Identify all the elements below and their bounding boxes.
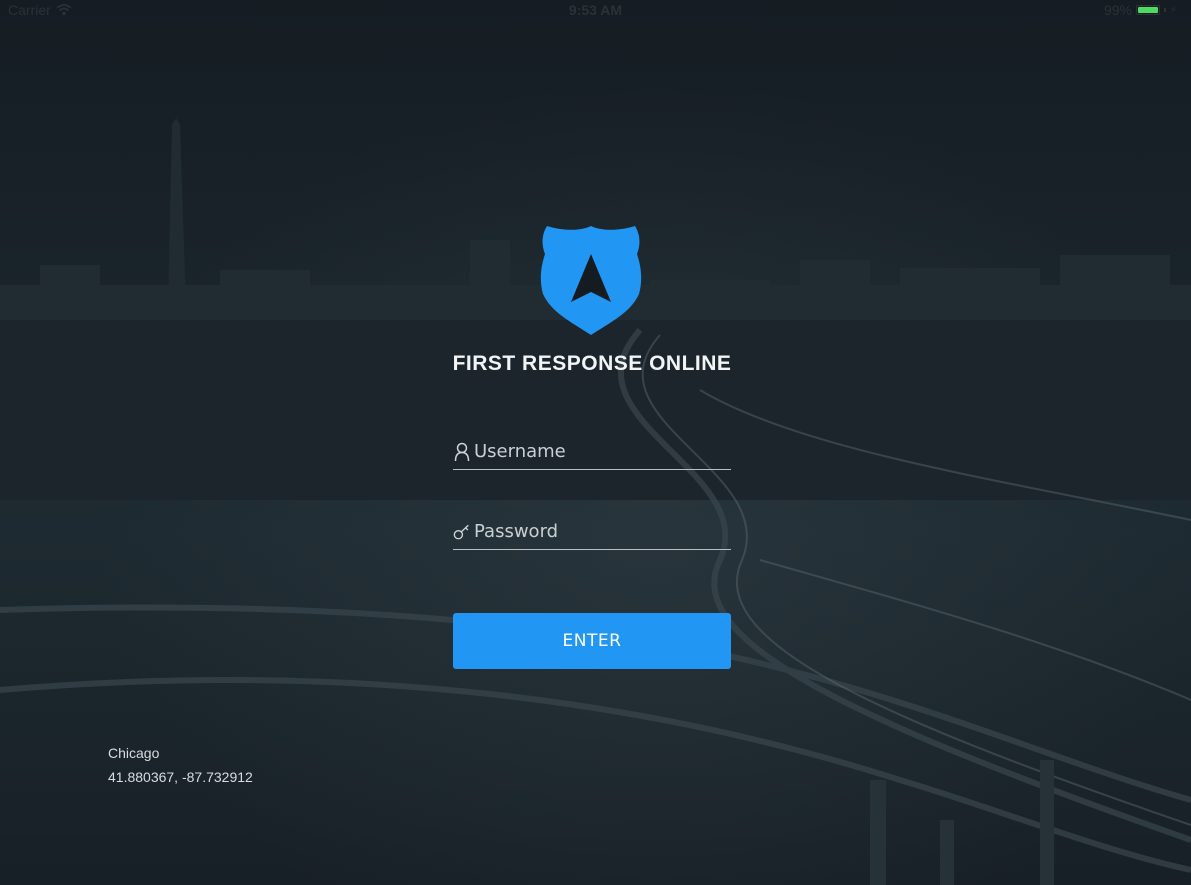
login-screen: Carrier 9:53 AM 99% ⚡ FIRST RESPONSE ONL… xyxy=(0,0,1191,885)
username-input[interactable] xyxy=(474,441,731,462)
status-bar: Carrier 9:53 AM 99% ⚡ xyxy=(0,0,1191,20)
battery-icon xyxy=(1135,5,1160,15)
user-icon xyxy=(453,441,471,463)
key-icon xyxy=(453,521,471,543)
enter-button[interactable]: ENTER xyxy=(453,613,731,669)
battery-tip xyxy=(1163,8,1166,12)
status-battery-group: 99% ⚡ xyxy=(1104,2,1177,18)
password-field[interactable] xyxy=(453,514,731,550)
shield-arrow-icon xyxy=(540,226,642,335)
status-time: 9:53 AM xyxy=(568,2,623,18)
app-title: FIRST RESPONSE ONLINE xyxy=(452,352,732,375)
battery-percent: 99% xyxy=(1103,2,1132,18)
location-coordinates: 41.880367, -87.732912 xyxy=(108,769,253,785)
bolt-icon: ⚡ xyxy=(1169,4,1177,16)
location-city: Chicago xyxy=(108,745,160,761)
location-info: Chicago 41.880367, -87.732912 xyxy=(108,741,253,789)
username-field[interactable] xyxy=(453,434,731,470)
password-input[interactable] xyxy=(474,521,731,542)
